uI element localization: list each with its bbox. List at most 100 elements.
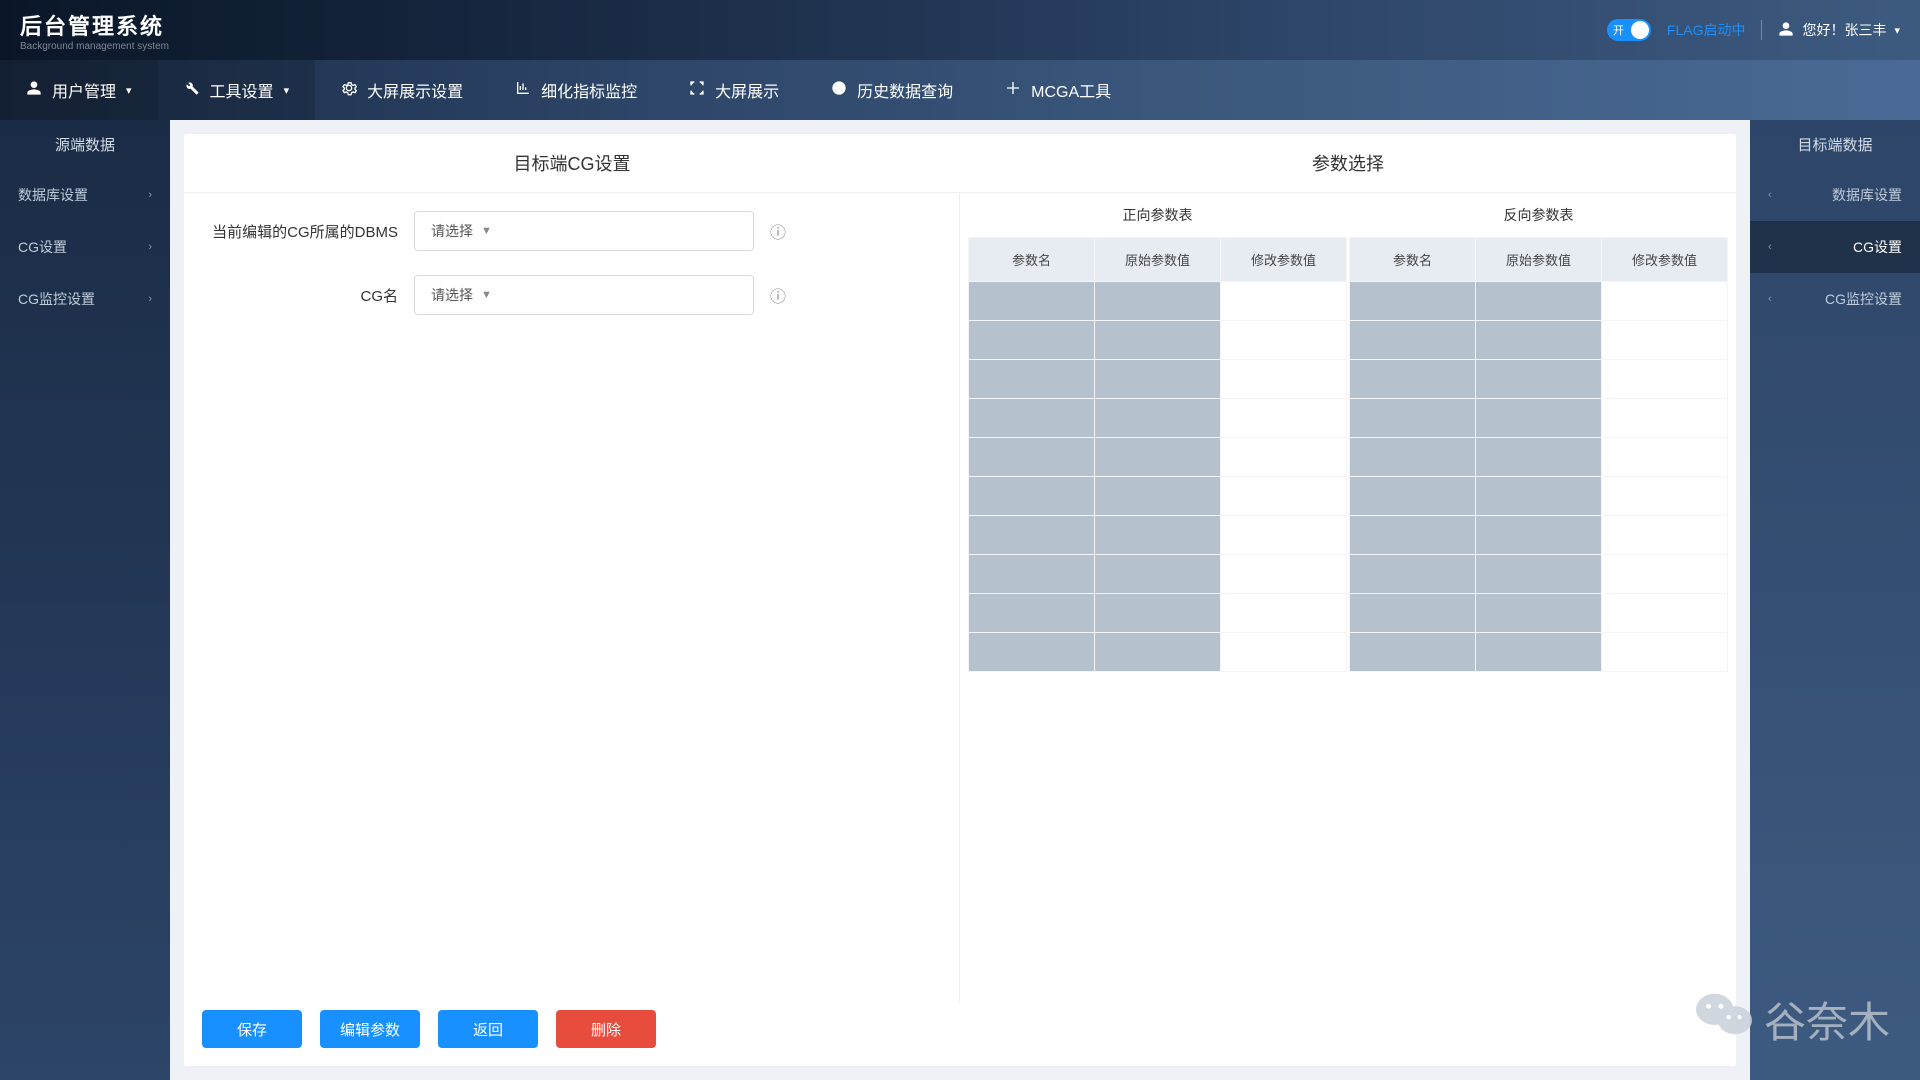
cell-orig-value [1476,360,1602,399]
caret-down-icon: ▼ [481,225,492,237]
left-sidebar: 源端数据 数据库设置 › CG设置 › CG监控设置 › [0,120,170,1080]
flag-toggle[interactable]: 开 [1607,19,1651,41]
cell-param-name [969,438,1095,477]
cell-param-name [969,516,1095,555]
nav-dashboard-settings[interactable]: 大屏展示设置 [315,60,489,120]
toggle-label: 开 [1613,22,1624,38]
delete-button[interactable]: 删除 [556,1010,656,1048]
cell-mod-value[interactable] [1221,594,1347,633]
cell-mod-value[interactable] [1602,477,1728,516]
table-row[interactable] [969,594,1347,633]
cell-mod-value[interactable] [1221,555,1347,594]
table-row[interactable] [1350,633,1728,672]
cell-mod-value[interactable] [1602,360,1728,399]
cg-select[interactable]: 请选择 ▼ [414,275,754,315]
cell-orig-value [1095,360,1221,399]
cell-mod-value[interactable] [1221,321,1347,360]
table-row[interactable] [1350,282,1728,321]
cell-mod-value[interactable] [1221,282,1347,321]
right-side-cg-settings[interactable]: CG设置 ‹ [1750,221,1920,273]
cell-orig-value [1476,633,1602,672]
cell-mod-value[interactable] [1602,321,1728,360]
table-row[interactable] [1350,360,1728,399]
table-row[interactable] [1350,555,1728,594]
select-placeholder: 请选择 [431,285,473,305]
cell-mod-value[interactable] [1221,516,1347,555]
cell-mod-value[interactable] [1602,399,1728,438]
cell-orig-value [1476,438,1602,477]
cell-mod-value[interactable] [1602,555,1728,594]
col-param-name: 参数名 [969,238,1095,282]
table-row[interactable] [969,477,1347,516]
table-row[interactable] [969,399,1347,438]
cell-param-name [969,594,1095,633]
nav-dashboard[interactable]: 大屏展示 [663,60,805,120]
table-row[interactable] [1350,516,1728,555]
nav-label: 工具设置 [210,78,274,102]
col-mod-value: 修改参数值 [1221,238,1347,282]
reverse-param-table: 反向参数表 参数名 原始参数值 修改参数值 [1349,193,1728,672]
cell-param-name [1350,477,1476,516]
nav-metric-monitor[interactable]: 细化指标监控 [489,60,663,120]
table-row[interactable] [969,555,1347,594]
table-row[interactable] [969,282,1347,321]
left-side-cg-settings[interactable]: CG设置 › [0,221,170,273]
cell-param-name [969,321,1095,360]
cell-mod-value[interactable] [1602,282,1728,321]
cell-orig-value [1476,282,1602,321]
right-side-cg-monitor[interactable]: CG监控设置 ‹ [1750,273,1920,325]
cell-mod-value[interactable] [1221,633,1347,672]
table-row[interactable] [1350,399,1728,438]
nav-mcga[interactable]: MCGA工具 [979,60,1137,120]
right-panel-title: 参数选择 [960,134,1736,193]
wrench-icon [184,80,200,100]
cell-param-name [1350,282,1476,321]
edit-params-button[interactable]: 编辑参数 [320,1010,420,1048]
cell-orig-value [1476,555,1602,594]
cell-mod-value[interactable] [1221,438,1347,477]
nav-history[interactable]: 历史数据查询 [805,60,979,120]
nav-tool-settings[interactable]: 工具设置 ▾ [158,60,316,120]
cell-orig-value [1095,399,1221,438]
table-row[interactable] [969,516,1347,555]
table-row[interactable] [969,360,1347,399]
nav-user-mgmt[interactable]: 用户管理 ▾ [0,60,158,120]
cell-orig-value [1476,516,1602,555]
table-row[interactable] [969,438,1347,477]
chevron-right-icon: › [148,189,152,201]
table-row[interactable] [1350,321,1728,360]
col-orig-value: 原始参数值 [1095,238,1221,282]
user-menu[interactable]: 您好！张三丰 ▾ [1778,20,1900,40]
top-nav: 用户管理 ▾ 工具设置 ▾ 大屏展示设置 细化指标监控 大屏展示 历史数据查询 … [0,60,1920,120]
cell-param-name [1350,360,1476,399]
sidebar-item-label: 数据库设置 [1772,185,1902,205]
cell-mod-value[interactable] [1221,360,1347,399]
cell-orig-value [1095,282,1221,321]
dbms-select[interactable]: 请选择 ▼ [414,211,754,251]
reverse-caption: 反向参数表 [1349,193,1728,237]
cell-orig-value [1095,438,1221,477]
left-panel-title: 目标端CG设置 [184,134,960,193]
cell-param-name [1350,516,1476,555]
cell-mod-value[interactable] [1602,594,1728,633]
table-row[interactable] [1350,438,1728,477]
help-icon[interactable]: ⓘ [770,283,786,307]
save-button[interactable]: 保存 [202,1010,302,1048]
table-row[interactable] [969,321,1347,360]
back-button[interactable]: 返回 [438,1010,538,1048]
sidebar-item-label: CG监控设置 [1772,289,1902,309]
cell-mod-value[interactable] [1221,477,1347,516]
nav-label: 大屏展示设置 [367,78,463,102]
right-side-db-settings[interactable]: 数据库设置 ‹ [1750,169,1920,221]
left-side-db-settings[interactable]: 数据库设置 › [0,169,170,221]
cell-mod-value[interactable] [1602,438,1728,477]
table-row[interactable] [1350,477,1728,516]
help-icon[interactable]: ⓘ [770,219,786,243]
cell-mod-value[interactable] [1221,399,1347,438]
cell-mod-value[interactable] [1602,633,1728,672]
cell-mod-value[interactable] [1602,516,1728,555]
left-side-cg-monitor[interactable]: CG监控设置 › [0,273,170,325]
table-row[interactable] [1350,594,1728,633]
cell-param-name [969,633,1095,672]
table-row[interactable] [969,633,1347,672]
